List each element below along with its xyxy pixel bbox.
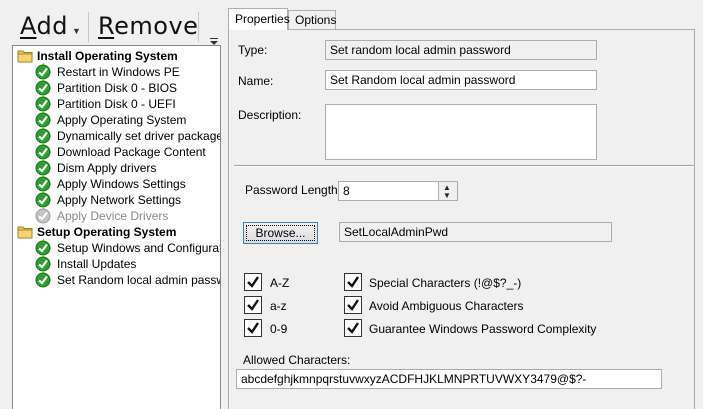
check-icon [347,276,359,288]
avoid-ambiguous-label: Avoid Ambiguous Characters [369,299,524,313]
tree-item[interactable]: Apply Network Settings [35,192,181,208]
name-input[interactable]: Set Random local admin password [325,70,597,90]
folder-icon [17,224,33,240]
toolbar-separator [88,12,89,42]
variable-name-field: SetLocalAdminPwd [339,222,612,242]
panel-right-edge [694,29,703,409]
tree-item-label: Apply Device Drivers [57,209,169,223]
tree-item-label: Set Random local admin password [57,273,220,287]
type-label: Type: [238,43,268,57]
remove-button[interactable]: Remove [98,12,198,40]
success-check-icon [35,240,51,256]
tree-group[interactable]: Setup Operating System [17,224,176,240]
tree-item-label: Apply Network Settings [57,193,182,207]
section-divider [234,165,694,167]
tab-options[interactable]: Options [288,10,336,30]
success-check-icon [35,192,51,208]
type-field: Set random local admin password [325,40,597,60]
tree-item[interactable]: Apply Device Drivers [35,208,168,224]
disabled-check-icon [35,208,51,224]
success-check-icon [35,64,51,80]
window-top-strip [0,0,703,8]
tree-item-label: Dynamically set driver package to [57,129,221,143]
success-check-icon [35,176,51,192]
special-chars-label: Special Characters (!@$?_-) [369,276,522,290]
task-sequence-tree[interactable]: Install Operating System Restart in Windo… [12,45,221,409]
guarantee-complexity-checkbox[interactable] [344,319,362,337]
name-label: Name: [238,74,274,88]
success-check-icon [35,144,51,160]
success-check-icon [35,128,51,144]
success-check-icon [35,160,51,176]
tree-item[interactable]: Restart in Windows PE [35,64,180,80]
check-icon [247,322,259,334]
spin-down-icon[interactable]: ▼ [443,192,451,200]
success-check-icon [35,80,51,96]
tree-item[interactable]: Dynamically set driver package to [35,128,221,144]
special-chars-checkbox[interactable] [344,273,362,291]
tree-item[interactable]: Apply Operating System [35,112,186,128]
avoid-ambiguous-checkbox[interactable] [344,296,362,314]
tree-item-label: Partition Disk 0 - UEFI [57,97,176,111]
az-label: A-Z [270,276,290,290]
tree-item[interactable]: Dism Apply drivers [35,160,156,176]
az-checkbox[interactable] [244,273,262,291]
check-icon [247,276,259,288]
tree-item-label: Restart in Windows PE [57,65,180,79]
tab-properties[interactable]: Properties [228,8,290,30]
success-check-icon [35,96,51,112]
tree-item[interactable]: Download Package Content [35,144,206,160]
tree-item[interactable]: Partition Disk 0 - BIOS [35,80,177,96]
success-check-icon [35,272,51,288]
tree-item-label: Dism Apply drivers [57,161,157,175]
remove-button-label-rest: emove [114,12,199,40]
allowed-characters-label: Allowed Characters: [243,353,351,367]
tree-item[interactable]: Apply Windows Settings [35,176,186,192]
check-icon [347,299,359,311]
tree-group-label: Install Operating System [37,49,178,63]
description-label: Description: [238,108,302,122]
tree-item-label: Partition Disk 0 - BIOS [57,81,178,95]
success-check-icon [35,112,51,128]
add-button-label-rest: dd [36,12,68,40]
success-check-icon [35,256,51,272]
az-lower-label: a-z [270,299,287,313]
guarantee-complexity-label: Guarantee Windows Password Complexity [369,322,597,336]
tree-item-label: Setup Windows and Configuration [57,241,221,255]
description-input[interactable] [325,104,597,160]
tree-item-label: Apply Operating System [57,113,187,127]
tree-item-label: Install Updates [57,257,137,271]
add-button[interactable]: Add [20,12,68,40]
digits-label: 0-9 [270,322,288,336]
tree-item[interactable]: Install Updates [35,256,136,272]
sequence-toolbar: Add ▼ Remove [0,8,228,45]
tree-item-label: Apply Windows Settings [57,177,186,191]
tree-group[interactable]: Install Operating System [17,48,178,64]
tree-item[interactable]: Setup Windows and Configuration [35,240,221,256]
tree-item[interactable]: Partition Disk 0 - UEFI [35,96,176,112]
password-length-input[interactable]: 8 [338,181,439,201]
tree-group-label: Setup Operating System [37,225,177,239]
password-length-spinner[interactable]: ▲ ▼ [438,181,458,201]
password-length-label: Password Length: [245,183,342,197]
browse-button[interactable]: Browse... [243,222,318,244]
add-dropdown-arrow-icon[interactable]: ▼ [72,26,81,36]
toolbar-separator [198,12,199,42]
tree-item-label: Download Package Content [57,145,206,159]
az-lower-checkbox[interactable] [244,296,262,314]
folder-icon [17,48,33,64]
check-icon [247,299,259,311]
digits-checkbox[interactable] [244,319,262,337]
tree-item[interactable]: Set Random local admin password [35,272,220,288]
check-icon [347,322,359,334]
allowed-characters-input[interactable]: abcdefghjkmnpqrstuvwxyzACDFHJKLMNPRTUVWX… [236,369,662,389]
